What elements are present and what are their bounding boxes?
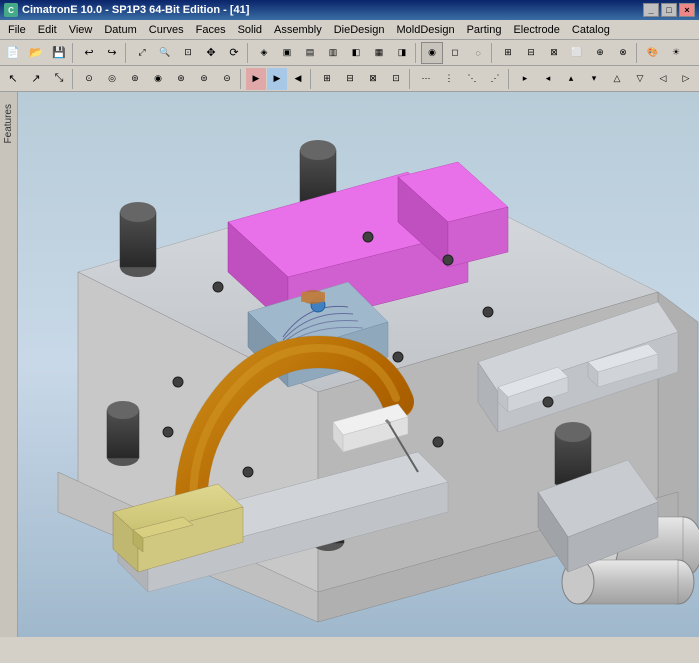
- move-btn[interactable]: ⤡: [48, 68, 70, 90]
- sep-r2-3: [310, 69, 314, 89]
- view-iso-button[interactable]: ◈: [253, 42, 275, 64]
- view-right-button[interactable]: ▥: [322, 42, 344, 64]
- menu-molddesign[interactable]: MoldDesign: [390, 22, 460, 38]
- sep-2: [125, 43, 129, 63]
- zoom-window-button[interactable]: ⊡: [177, 42, 199, 64]
- minimize-button[interactable]: _: [643, 3, 659, 17]
- snap-7[interactable]: ⊝: [216, 68, 238, 90]
- zoom-in-button[interactable]: 🔍: [154, 42, 176, 64]
- render-btn[interactable]: 🎨: [642, 42, 664, 64]
- filter-sel-1[interactable]: ⊞: [316, 68, 338, 90]
- wireframe-button[interactable]: ◻: [444, 42, 466, 64]
- filter-3[interactable]: ◀: [288, 68, 308, 90]
- title-text: CimatronE 10.0 - SP1P3 64-Bit Edition - …: [22, 4, 249, 16]
- maximize-button[interactable]: □: [661, 3, 677, 17]
- redo-button[interactable]: ↪: [101, 42, 123, 64]
- more-view-1[interactable]: ⊞: [497, 42, 519, 64]
- snap-4[interactable]: ◉: [147, 68, 169, 90]
- more-view-5[interactable]: ⊕: [589, 42, 611, 64]
- more-view-6[interactable]: ⊗: [612, 42, 634, 64]
- viewport-3d[interactable]: [18, 92, 699, 637]
- snap-2[interactable]: ◎: [101, 68, 123, 90]
- rotate-button[interactable]: ⟳: [223, 42, 245, 64]
- sep-5: [491, 43, 495, 63]
- menu-edit[interactable]: Edit: [32, 22, 63, 38]
- filter-1[interactable]: ▶: [246, 68, 266, 90]
- menu-datum[interactable]: Datum: [98, 22, 142, 38]
- menu-parting[interactable]: Parting: [461, 22, 508, 38]
- zoom-fit-button[interactable]: ⤢: [131, 42, 153, 64]
- sep-r2-1: [72, 69, 76, 89]
- menu-catalog[interactable]: Catalog: [566, 22, 616, 38]
- window-controls[interactable]: _ □ ×: [643, 3, 695, 17]
- more-view-2[interactable]: ⊟: [520, 42, 542, 64]
- more-view-4[interactable]: ⬜: [566, 42, 588, 64]
- extra-11[interactable]: ◁: [652, 68, 674, 90]
- extra-8[interactable]: ▾: [583, 68, 605, 90]
- view-back-button[interactable]: ◧: [345, 42, 367, 64]
- snap-3[interactable]: ⊚: [124, 68, 146, 90]
- hidden-line-button[interactable]: ◌: [467, 42, 489, 64]
- view-left-button[interactable]: ◨: [391, 42, 413, 64]
- extra-7[interactable]: ▴: [560, 68, 582, 90]
- view-bottom-button[interactable]: ▦: [368, 42, 390, 64]
- undo-button[interactable]: ↩: [78, 42, 100, 64]
- close-button[interactable]: ×: [679, 3, 695, 17]
- light-btn[interactable]: ☀: [665, 42, 687, 64]
- snap-1[interactable]: ⊙: [78, 68, 100, 90]
- extra-5[interactable]: ▸: [514, 68, 536, 90]
- extra-9[interactable]: △: [606, 68, 628, 90]
- new-button[interactable]: 📄: [2, 42, 24, 64]
- open-button[interactable]: 📂: [25, 42, 47, 64]
- menu-bar: File Edit View Datum Curves Faces Solid …: [0, 20, 699, 40]
- toolbar-row-2: ↖ ↗ ⤡ ⊙ ◎ ⊚ ◉ ⊛ ⊜ ⊝ ▶ ▶ ◀ ⊞ ⊟ ⊠ ⊡ ⋯ ⋮ ⋱ …: [0, 66, 699, 92]
- sep-1: [72, 43, 76, 63]
- view-top-button[interactable]: ▤: [299, 42, 321, 64]
- toolbar-row-1: 📄 📂 💾 ↩ ↪ ⤢ 🔍 ⊡ ✥ ⟳ ◈ ▣ ▤ ▥ ◧ ▦ ◨ ◉ ◻ ◌ …: [0, 40, 699, 66]
- extra-10[interactable]: ▽: [629, 68, 651, 90]
- model-svg: [18, 92, 699, 637]
- menu-assembly[interactable]: Assembly: [268, 22, 328, 38]
- extra-12[interactable]: ▷: [675, 68, 697, 90]
- filter-sel-3[interactable]: ⊠: [362, 68, 384, 90]
- app-icon: C: [4, 3, 18, 17]
- extra-3[interactable]: ⋱: [461, 68, 483, 90]
- sep-r2-4: [409, 69, 413, 89]
- snap-6[interactable]: ⊜: [193, 68, 215, 90]
- sep-6: [636, 43, 640, 63]
- sep-4: [415, 43, 419, 63]
- main-area: Features: [0, 92, 699, 637]
- menu-view[interactable]: View: [63, 22, 99, 38]
- menu-curves[interactable]: Curves: [143, 22, 190, 38]
- pan-button[interactable]: ✥: [200, 42, 222, 64]
- filter-sel-2[interactable]: ⊟: [339, 68, 361, 90]
- select-btn[interactable]: ↖: [2, 68, 24, 90]
- more-view-3[interactable]: ⊠: [543, 42, 565, 64]
- menu-electrode[interactable]: Electrode: [507, 22, 565, 38]
- menu-diedesign[interactable]: DieDesign: [328, 22, 391, 38]
- extra-1[interactable]: ⋯: [415, 68, 437, 90]
- view-front-button[interactable]: ▣: [276, 42, 298, 64]
- sep-r2-2: [240, 69, 244, 89]
- features-panel: Features: [0, 92, 18, 637]
- menu-file[interactable]: File: [2, 22, 32, 38]
- extra-2[interactable]: ⋮: [438, 68, 460, 90]
- title-bar: C CimatronE 10.0 - SP1P3 64-Bit Edition …: [0, 0, 699, 20]
- save-button[interactable]: 💾: [48, 42, 70, 64]
- extra-4[interactable]: ⋰: [484, 68, 506, 90]
- menu-faces[interactable]: Faces: [190, 22, 232, 38]
- shade-button[interactable]: ◉: [421, 42, 443, 64]
- extra-6[interactable]: ◂: [537, 68, 559, 90]
- snap-5[interactable]: ⊛: [170, 68, 192, 90]
- menu-solid[interactable]: Solid: [232, 22, 268, 38]
- features-label: Features: [3, 104, 14, 143]
- sep-3: [247, 43, 251, 63]
- filter-2[interactable]: ▶: [267, 68, 287, 90]
- sep-r2-5: [508, 69, 512, 89]
- filter-sel-4[interactable]: ⊡: [385, 68, 407, 90]
- cursor-btn[interactable]: ↗: [25, 68, 47, 90]
